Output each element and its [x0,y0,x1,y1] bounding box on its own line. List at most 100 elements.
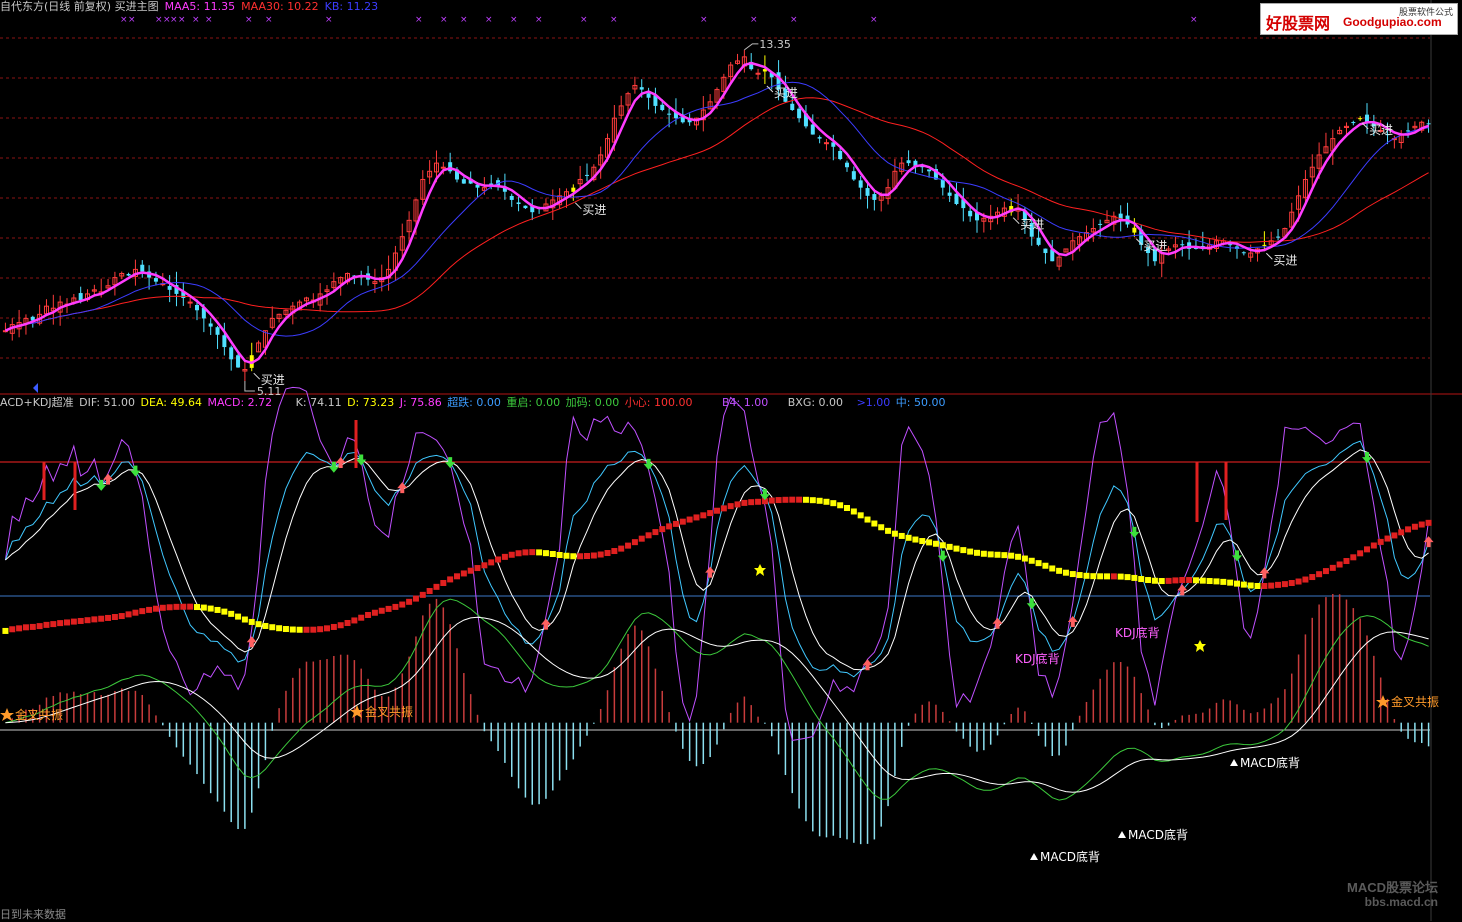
trend-dot [1151,577,1158,584]
top-marker: × [485,15,493,25]
trend-dot [1090,573,1097,580]
indicator-header: ACD+KDJ超准 DIF: 51.00 DEA: 49.64 MACD: 2.… [0,396,947,410]
stock-chart[interactable]: 买进买进买进买进买进买进买进买进13.355.11×××××××××××××××… [0,0,1462,921]
trend-dot [1028,557,1035,564]
trend-dot [686,516,693,523]
trend-dot [64,619,70,626]
trend-dot [139,608,146,615]
d-line [5,449,1429,671]
top-marker: × [192,15,200,25]
golden-cross-label: 金叉共振 [1391,694,1439,709]
trend-dot [57,620,64,627]
trend-dot [337,622,344,629]
trend-dot [1145,577,1152,584]
trend-dot [1035,560,1042,567]
candle-body [1426,123,1431,125]
candle-body [940,179,945,188]
trend-dot [789,496,796,503]
trend-dot [1398,529,1405,536]
candle-body [153,278,158,282]
candle-body [755,72,761,75]
trend-dot [618,545,625,552]
trend-dot [1015,553,1022,560]
trend-dot [638,535,645,542]
trend-dot [371,609,378,616]
trend-dot [768,497,775,504]
trend-dot [269,624,276,631]
trend-dot [967,548,974,555]
trend-dot [1350,554,1357,561]
trend-dot [1186,577,1193,584]
trend-dot [262,622,269,629]
trend-dot [22,624,29,631]
trend-dot [118,613,125,620]
candle-body [817,137,822,139]
trend-dot [474,565,481,572]
ma5-value: MAA5: 11.35 [164,0,236,13]
trend-dot [672,520,679,527]
trend-dot [830,500,837,507]
candle-body [140,264,145,272]
trend-dot [1411,523,1418,530]
trend-dot [426,588,433,595]
buy-label: 买进 [1273,253,1297,267]
trend-dot [1234,580,1240,587]
trend-dot [1021,555,1028,562]
kdj-divergence-label: KDJ底背 [1115,625,1160,640]
trend-dot [194,604,200,611]
trend-dot [1062,569,1069,576]
g1-value: >1.00 [856,396,891,409]
macd-divergence-label: MACD底背 [1128,827,1188,842]
trend-dot [29,623,36,630]
dif-line [5,598,1429,801]
trend-dot [98,615,105,622]
down-arrow [759,489,770,501]
trend-dot [481,562,488,569]
candle-body [516,202,521,204]
buy-label: 买进 [1143,239,1167,253]
candle-body [236,355,241,368]
trend-dot [1199,577,1206,584]
trend-dot [1008,552,1015,559]
trend-dot [1076,572,1083,579]
trend-dot [1104,573,1110,580]
top-marker: × [790,15,798,25]
trend-dot [782,496,789,503]
candle-body [126,273,131,276]
candle-body [167,286,172,290]
candle-body [229,347,234,360]
trend-dot [1364,546,1370,553]
candle-body [810,124,815,135]
site-logo[interactable]: 好股票网 Goodgupiao.com 股票软件公式 [1260,3,1458,35]
trend-dot [1069,571,1076,578]
trend-dot [221,608,228,615]
logo-cn: 好股票网 [1266,14,1331,33]
watermark-title: MACD股票论坛 [1347,880,1438,895]
top-marker: × [535,15,543,25]
trend-dot [467,567,474,574]
trend-dot [488,559,495,566]
up-arrow [540,618,551,630]
trend-dot [105,614,112,621]
trend-dot [823,498,830,505]
buy-arrow [574,202,582,210]
trend-dot [365,611,372,618]
top-marker: × [178,15,186,25]
indicator-name: ACD+KDJ超准 [0,396,74,409]
candle-body [1351,122,1356,124]
trend-dot [16,625,23,632]
trend-dot [282,626,289,633]
trend-dot [693,514,700,521]
top-marker: × [460,15,468,25]
trend-dot [542,550,549,557]
trend-dot [837,502,844,509]
candle-body [509,195,514,200]
trend-dot [50,621,57,628]
trend-dot [1295,578,1302,585]
trend-dot [1206,578,1213,585]
trend-dot [1418,521,1425,528]
candle-body [78,293,83,301]
candle-body [954,193,959,204]
trend-dot [522,549,529,556]
trend-dot [1309,574,1316,581]
